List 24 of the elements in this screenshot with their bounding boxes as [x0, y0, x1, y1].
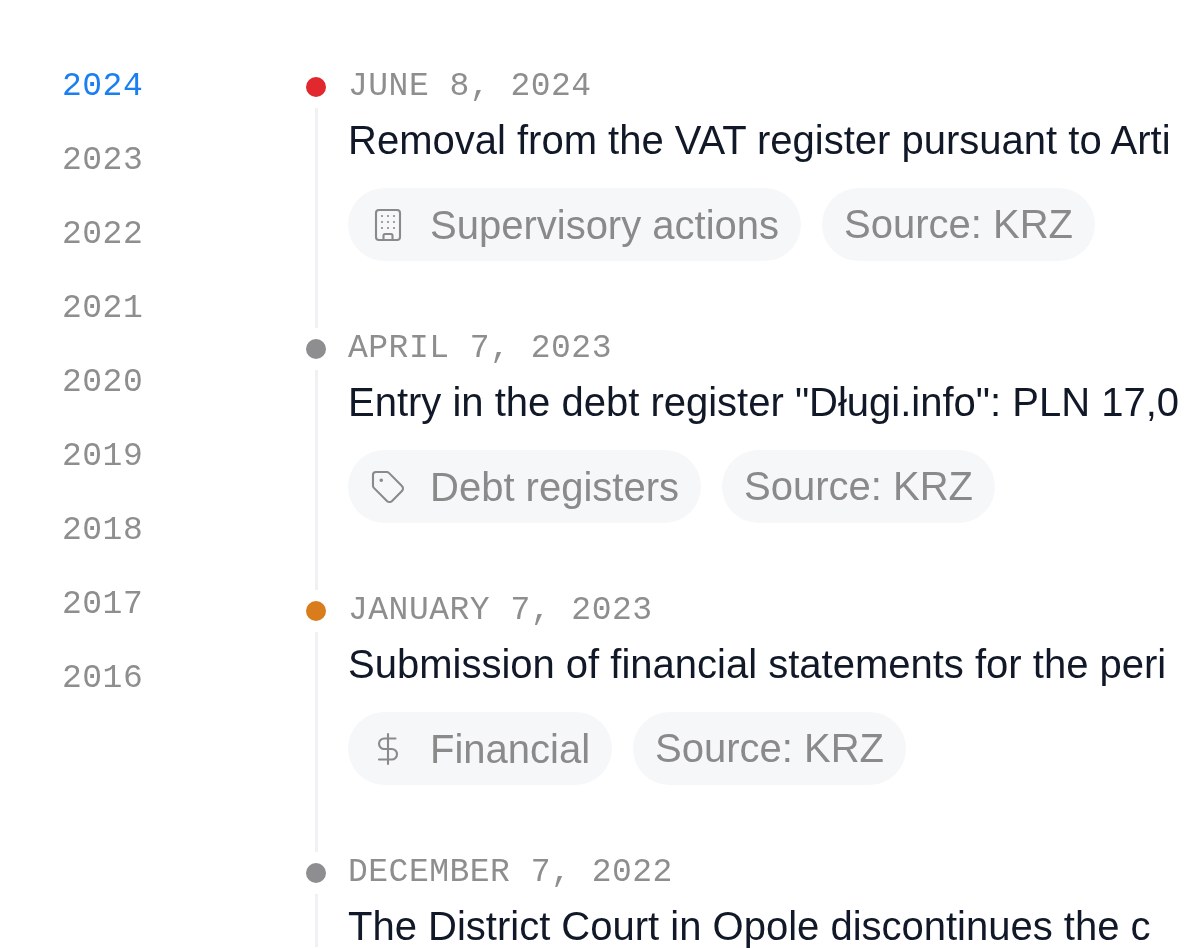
event-title: Entry in the debt register "Długi.info": PLN 17,0 — [348, 381, 1180, 423]
source-tag: Source: KRZ — [633, 712, 907, 785]
tag-icon — [370, 468, 406, 505]
event-date: APRIL 7, 2023 — [348, 332, 612, 366]
year-link[interactable]: 2017 — [62, 588, 144, 622]
year-link[interactable]: 2024 — [62, 70, 144, 104]
year-link[interactable]: 2023 — [62, 144, 144, 178]
event-title: Submission of financial statements for the peri — [348, 643, 1167, 685]
event-date: DECEMBER 7, 2022 — [348, 856, 673, 890]
source-tag: Source: KRZ — [722, 450, 995, 523]
tag-label: Debt registers — [430, 463, 679, 510]
event-title: The District Court in Opole discontinues the c — [348, 905, 1151, 947]
source-tag: Source: KRZ — [822, 188, 1095, 261]
year-link[interactable]: 2022 — [62, 218, 144, 252]
year-link[interactable]: 2018 — [62, 514, 144, 548]
tag-label: Financial — [430, 725, 591, 772]
event-title: Removal from the VAT register pursuant to Arti — [348, 119, 1171, 161]
event-date: JUNE 8, 2024 — [348, 70, 592, 104]
event-date: JANUARY 7, 2023 — [348, 594, 653, 628]
year-link[interactable]: 2021 — [62, 292, 144, 326]
tag-label: Supervisory actions — [430, 201, 780, 248]
year-link[interactable]: 2020 — [62, 366, 144, 400]
year-link[interactable]: 2019 — [62, 440, 144, 474]
year-link[interactable]: 2016 — [62, 662, 144, 696]
